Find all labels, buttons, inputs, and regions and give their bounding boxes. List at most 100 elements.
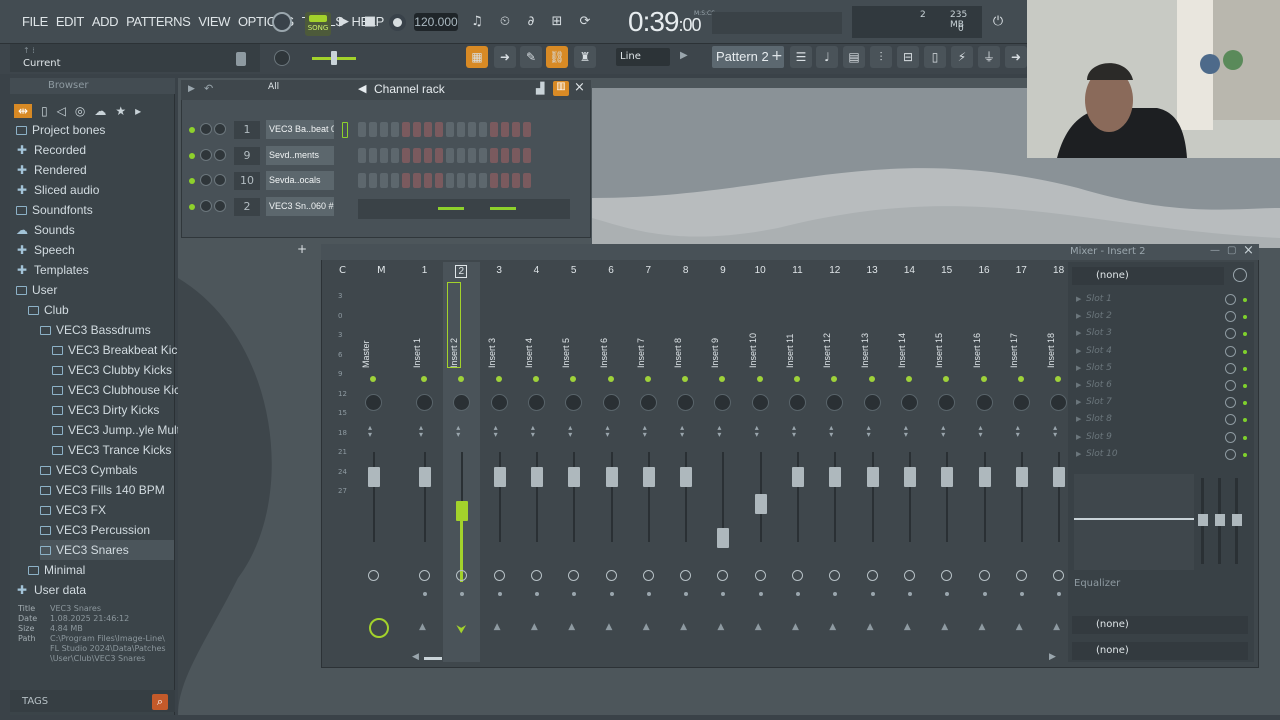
slot-enable-led[interactable] bbox=[1243, 298, 1247, 302]
strip-pan-knob[interactable] bbox=[714, 394, 732, 411]
wait-for-input-icon[interactable]: ⏲ bbox=[494, 11, 516, 33]
channel-row[interactable]: 1 VEC3 Ba..beat 04 bbox=[186, 120, 581, 140]
strip-record-dot[interactable] bbox=[497, 592, 502, 596]
mixer-strip[interactable]: 10 Insert 10 ▴ ▾ ▲ bbox=[742, 262, 779, 662]
add-pattern-button[interactable]: + bbox=[771, 48, 783, 64]
strip-pan-knob[interactable] bbox=[365, 394, 382, 411]
master-volume-handle[interactable] bbox=[331, 51, 337, 65]
strip-record-dot[interactable] bbox=[534, 592, 539, 596]
slot-expand-icon[interactable]: ▶ bbox=[1076, 450, 1081, 458]
stereo-separation-icon[interactable]: ▴ ▾ bbox=[717, 424, 721, 439]
undo-icon[interactable]: ↶ bbox=[204, 82, 213, 95]
channel-name-button[interactable]: Sevda..ocals bbox=[266, 171, 334, 190]
graph-icon[interactable]: ▟ bbox=[536, 82, 544, 95]
browser-item[interactable]: VEC3 Bassdrums bbox=[40, 320, 174, 340]
browser-item[interactable]: VEC3 Trance Kicks bbox=[52, 440, 174, 460]
strip-volume-fader[interactable] bbox=[680, 467, 693, 488]
mixer-icon[interactable]: ⫶ bbox=[870, 46, 892, 68]
strip-mute-led[interactable] bbox=[1055, 376, 1062, 382]
tempo-display[interactable]: 120.000 bbox=[414, 13, 458, 31]
step-button[interactable] bbox=[413, 173, 421, 188]
menu-view[interactable]: VIEW bbox=[198, 14, 230, 29]
step-button[interactable] bbox=[457, 122, 465, 137]
strip-link-knob[interactable] bbox=[568, 570, 580, 581]
strip-link-knob[interactable] bbox=[456, 570, 468, 581]
step-button[interactable] bbox=[402, 122, 410, 137]
fx-menu-icon[interactable] bbox=[1233, 268, 1247, 282]
strip-pan-knob[interactable] bbox=[527, 394, 545, 411]
strip-pan-knob[interactable] bbox=[565, 394, 583, 411]
stereo-separation-icon[interactable]: ▴ ▾ bbox=[867, 424, 871, 439]
strip-pan-knob[interactable] bbox=[826, 394, 844, 411]
fx-slot[interactable]: Slot 4 bbox=[1086, 346, 1226, 356]
strip-link-knob[interactable] bbox=[680, 570, 692, 581]
scroll-right-icon[interactable]: ▶ bbox=[1049, 652, 1056, 662]
route-arrow-up-icon[interactable]: ▲ bbox=[1016, 622, 1023, 632]
strip-pan-knob[interactable] bbox=[677, 394, 695, 411]
menu-edit[interactable]: EDIT bbox=[56, 14, 84, 29]
step-button[interactable] bbox=[358, 173, 366, 188]
channel-mute-led[interactable] bbox=[189, 203, 195, 210]
fx-slot[interactable]: Slot 9 bbox=[1086, 432, 1226, 442]
lock-icon[interactable] bbox=[236, 52, 246, 66]
stereo-separation-icon[interactable]: ▴ ▾ bbox=[1016, 424, 1020, 439]
strip-pan-knob[interactable] bbox=[938, 394, 956, 411]
browser-item[interactable]: VEC3 Snares bbox=[40, 540, 174, 560]
channel-name-button[interactable]: VEC3 Sn..060 #2 bbox=[266, 196, 334, 216]
step-button[interactable] bbox=[402, 173, 410, 188]
strip-record-dot[interactable] bbox=[684, 592, 689, 596]
channel-select-indicator[interactable] bbox=[342, 122, 348, 138]
mixer-strip[interactable]: 6 Insert 6 ▴ ▾ ▲ bbox=[593, 262, 630, 662]
chevron-right-icon[interactable]: ▸ bbox=[135, 104, 141, 118]
sort-icon[interactable]: ⇹ bbox=[14, 104, 33, 118]
strip-record-dot[interactable] bbox=[982, 592, 987, 596]
strip-record-dot[interactable] bbox=[945, 592, 950, 596]
browser-item[interactable]: ✚ Rendered bbox=[16, 160, 174, 180]
channel-pan-knob[interactable] bbox=[200, 174, 212, 186]
strip-link-knob[interactable] bbox=[605, 570, 617, 581]
slot-expand-icon[interactable]: ▶ bbox=[1076, 433, 1081, 441]
step-button[interactable] bbox=[413, 147, 421, 163]
slot-mix-knob[interactable] bbox=[1225, 345, 1236, 357]
step-button[interactable] bbox=[523, 147, 531, 163]
mixer-strip[interactable]: 16 Insert 16 ▴ ▾ ▲ bbox=[966, 262, 1003, 662]
strip-volume-fader[interactable] bbox=[1053, 467, 1066, 488]
strip-link-knob[interactable] bbox=[792, 570, 803, 581]
strip-link-knob[interactable] bbox=[941, 570, 953, 581]
mixer-scrollbar[interactable] bbox=[424, 657, 442, 660]
browser-item[interactable]: VEC3 Jump..yle Multis bbox=[52, 420, 189, 440]
stereo-separation-icon[interactable]: ▴ ▾ bbox=[368, 424, 372, 439]
step-button[interactable] bbox=[424, 147, 432, 163]
rack-options-icon[interactable]: ▶ bbox=[188, 84, 195, 94]
stamp-icon[interactable]: ♜ bbox=[574, 46, 596, 68]
strip-mute-led[interactable] bbox=[532, 376, 539, 382]
step-button[interactable] bbox=[490, 147, 498, 163]
strip-record-dot[interactable] bbox=[646, 592, 651, 596]
channel-volume-knob[interactable] bbox=[214, 199, 226, 212]
strip-mute-led[interactable] bbox=[719, 376, 726, 382]
step-button[interactable] bbox=[490, 173, 498, 188]
step-button[interactable] bbox=[501, 173, 509, 188]
mixer-strip[interactable]: 2 Insert 2 ▴ ▾ ⮟ bbox=[443, 262, 481, 662]
step-button[interactable] bbox=[479, 173, 487, 188]
stereo-separation-icon[interactable]: ▴ ▾ bbox=[680, 424, 684, 439]
step-button[interactable] bbox=[369, 173, 377, 188]
step-button[interactable] bbox=[369, 122, 377, 137]
strip-mute-led[interactable] bbox=[458, 376, 465, 382]
menu-patterns[interactable]: PATTERNS bbox=[126, 14, 191, 29]
step-button[interactable] bbox=[490, 122, 498, 137]
route-arrow-up-icon[interactable]: ▲ bbox=[755, 622, 762, 632]
stereo-separation-icon[interactable]: ▴ ▾ bbox=[829, 424, 833, 439]
scroll-left-icon[interactable]: ◀ bbox=[412, 652, 419, 662]
strip-link-knob[interactable] bbox=[754, 570, 766, 581]
strip-link-knob[interactable] bbox=[368, 570, 379, 581]
channel-row[interactable]: 2 VEC3 Sn..060 #2 bbox=[186, 196, 581, 219]
channel-mixer-track[interactable]: 2 bbox=[234, 197, 260, 216]
slot-mix-knob[interactable] bbox=[1225, 362, 1236, 374]
stereo-separation-icon[interactable]: ▴ ▾ bbox=[755, 424, 759, 439]
close-icon[interactable]: × bbox=[1243, 243, 1254, 258]
step-button[interactable] bbox=[501, 147, 509, 163]
step-button[interactable] bbox=[446, 147, 454, 163]
strip-link-knob[interactable] bbox=[903, 570, 915, 581]
strip-volume-fader[interactable] bbox=[1015, 467, 1028, 488]
